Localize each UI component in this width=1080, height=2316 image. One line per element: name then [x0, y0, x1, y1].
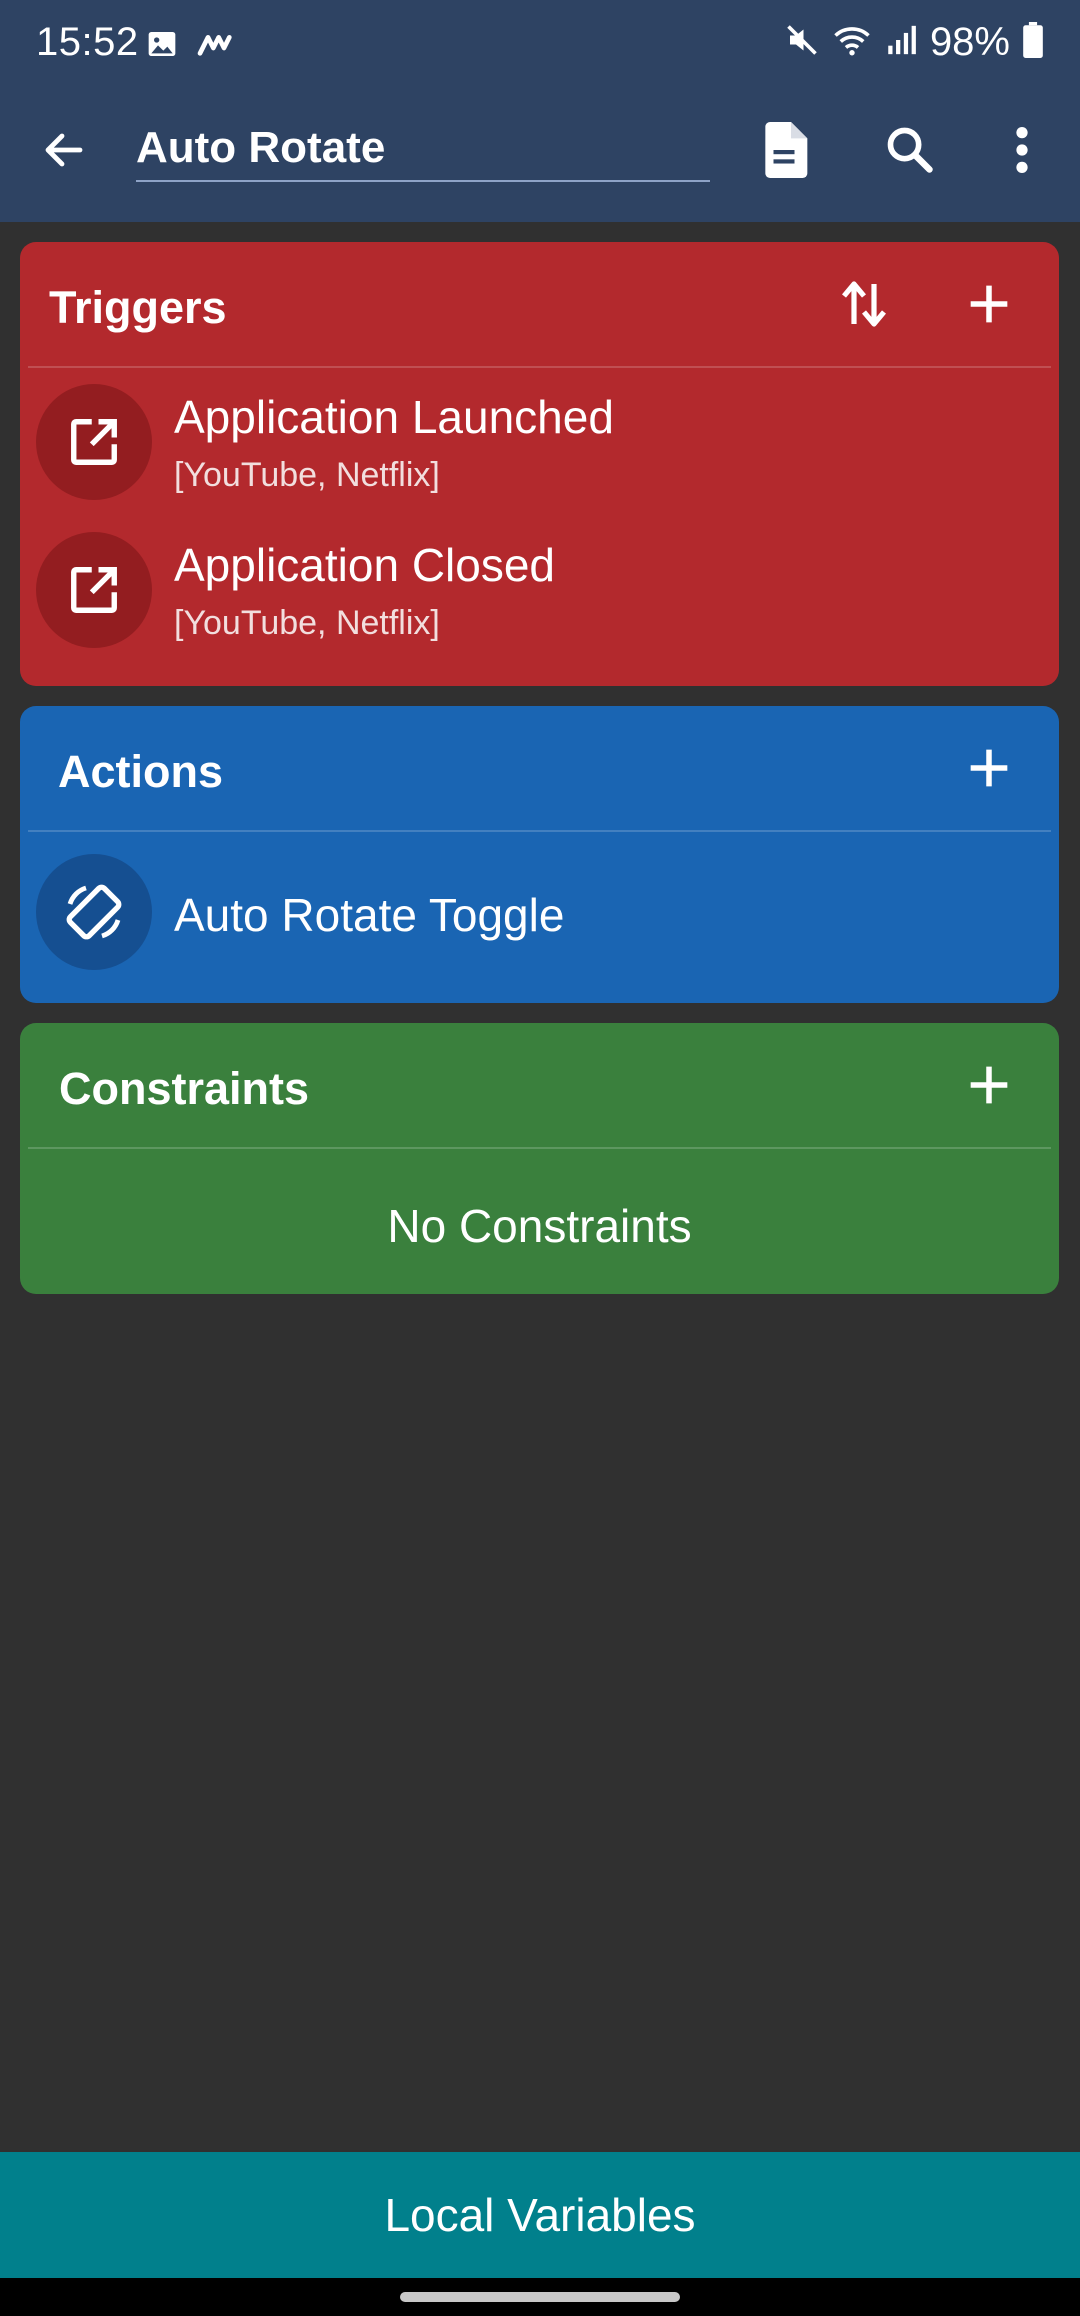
- macro-name-input[interactable]: Auto Rotate: [136, 116, 710, 182]
- trigger-item[interactable]: Application Closed [YouTube, Netflix]: [20, 516, 1059, 664]
- back-arrow-icon: [45, 133, 83, 167]
- navigation-bar: [0, 2278, 1080, 2316]
- open-in-new-icon: [36, 384, 152, 500]
- trigger-subtitle: [YouTube, Netflix]: [174, 604, 440, 642]
- actions-title: Actions: [58, 746, 224, 797]
- constraints-card: Constraints No Constraints: [20, 1023, 1059, 1294]
- action-item[interactable]: Auto Rotate Toggle: [20, 832, 1059, 992]
- trigger-item[interactable]: Application Launched [YouTube, Netflix]: [20, 368, 1059, 516]
- triggers-title: Triggers: [49, 282, 227, 333]
- status-bar: 15:52 98%: [0, 0, 1080, 94]
- open-in-new-icon: [36, 532, 152, 648]
- plus-icon: [970, 749, 1008, 787]
- triggers-card: Triggers Application Launched [YouTube, …: [20, 242, 1059, 686]
- status-time: 15:52: [36, 20, 139, 64]
- trigger-subtitle: [YouTube, Netflix]: [174, 456, 440, 494]
- local-variables-button[interactable]: Local Variables: [0, 2152, 1080, 2278]
- no-constraints-text: No Constraints: [387, 1200, 692, 1252]
- constraints-divider: [28, 1147, 1051, 1149]
- reorder-triggers-button[interactable]: [832, 272, 896, 336]
- signal-icon: [884, 23, 918, 62]
- app-notification-icon: [196, 28, 236, 65]
- plus-icon: [970, 1066, 1008, 1104]
- local-variables-label: Local Variables: [384, 2189, 696, 2241]
- trigger-title: Application Launched: [174, 391, 614, 443]
- more-options-button[interactable]: [990, 118, 1054, 182]
- search-icon: [887, 127, 933, 173]
- action-title: Auto Rotate Toggle: [174, 889, 565, 941]
- actions-card: Actions Auto Rotate Toggle: [20, 706, 1059, 1003]
- status-right-icons: 98%: [784, 20, 1044, 65]
- back-button[interactable]: [34, 120, 94, 180]
- home-gesture-handle[interactable]: [400, 2292, 680, 2302]
- status-notification-icons: [146, 28, 236, 65]
- actions-header: Actions: [20, 706, 1059, 830]
- image-icon: [146, 28, 178, 65]
- search-button[interactable]: [878, 118, 942, 182]
- more-vert-icon: [1016, 127, 1028, 173]
- document-icon: [765, 122, 808, 178]
- plus-icon: [970, 285, 1008, 323]
- swap-vert-icon: [842, 281, 886, 327]
- document-button[interactable]: [752, 118, 816, 182]
- wifi-icon: [832, 22, 872, 63]
- constraints-header: Constraints: [20, 1023, 1059, 1147]
- mute-icon: [784, 22, 820, 63]
- battery-percentage: 98%: [929, 20, 1010, 64]
- trigger-title: Application Closed: [174, 539, 556, 591]
- battery-icon: [1022, 22, 1044, 63]
- screen: 15:52 98% Auto Rotate Triggers Applicati…: [0, 0, 1080, 2316]
- screen-rotation-icon: [36, 854, 152, 970]
- constraints-title: Constraints: [59, 1063, 310, 1114]
- add-constraint-button[interactable]: [957, 1053, 1021, 1117]
- app-bar: Auto Rotate: [0, 94, 1080, 222]
- add-trigger-button[interactable]: [957, 272, 1021, 336]
- add-action-button[interactable]: [957, 736, 1021, 800]
- triggers-header: Triggers: [20, 242, 1059, 366]
